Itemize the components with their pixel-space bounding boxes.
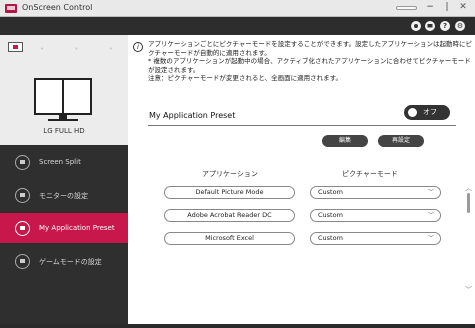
picture-mode-value: Custom [318, 211, 343, 219]
sidebar-item-app-preset[interactable]: My Application Preset [0, 213, 128, 243]
sidebar-item-game-mode[interactable]: ゲームモードの設定 [0, 246, 128, 276]
game-mode-icon [15, 254, 30, 269]
scrollbar-thumb[interactable] [467, 193, 470, 213]
title-bar: OnScreen Control − | ✕ [0, 0, 475, 17]
monitor-panel: • • • LG FULL HD [0, 35, 128, 145]
monitor-settings-icon [15, 188, 30, 203]
toggle-label: オフ [423, 108, 437, 116]
monitor-illustration [34, 78, 92, 115]
chevron-down-icon: ﹀ [427, 235, 434, 242]
sidebar-item-label: ゲームモードの設定 [39, 258, 102, 266]
screen-split-icon [15, 155, 30, 170]
reset-button[interactable]: 再設定 [378, 135, 424, 147]
monitor-thumbnail-icon[interactable] [8, 42, 23, 52]
app-preset-icon [15, 221, 30, 236]
app-name-field[interactable]: Microsoft Excel [164, 232, 295, 245]
settings-icon[interactable] [411, 21, 421, 31]
preset-title: My Application Preset [149, 111, 236, 120]
onscreen-control-logo-icon [5, 4, 17, 13]
picture-mode-select[interactable]: Custom ﹀ [310, 232, 441, 245]
column-header-picture-mode: ピクチャーモード [342, 170, 398, 178]
minimize-button[interactable]: − [421, 0, 439, 16]
display-icon[interactable] [425, 21, 435, 31]
sidebar-item-screen-split[interactable]: Screen Split [0, 147, 128, 177]
sidebar-item-label: モニターの設定 [39, 192, 88, 200]
monitor-page-dots: • • • [40, 45, 127, 53]
sidebar-item-monitor-settings[interactable]: モニターの設定 [0, 180, 128, 210]
info-icon: i [133, 42, 143, 52]
chevron-down-icon: ﹀ [427, 189, 434, 196]
sidebar-item-label: My Application Preset [39, 224, 115, 232]
app-name-field[interactable]: Default Picture Mode [164, 186, 295, 199]
main-content: i アプリケーションごとにピクチャーモードを設定することができます。設定したアプ… [128, 35, 475, 324]
column-header-application: アプリケーション [202, 170, 258, 178]
picture-mode-select[interactable]: Custom ﹀ [310, 186, 441, 199]
maximize-button[interactable]: | [442, 0, 452, 16]
preset-toggle[interactable]: オフ [404, 105, 450, 120]
close-button[interactable]: ✕ [455, 0, 471, 16]
app-name-field[interactable]: Adobe Acrobat Reader DC [164, 209, 295, 222]
gear-icon[interactable]: ⚙ [455, 21, 465, 31]
info-text: アプリケーションごとにピクチャーモードを設定することができます。設定したアプリケ… [148, 40, 473, 83]
monitor-indicator-icon [396, 6, 417, 10]
scroll-down-icon[interactable]: ﹀ [465, 285, 472, 295]
sidebar-item-label: Screen Split [39, 158, 81, 166]
window-title: OnScreen Control [22, 3, 93, 12]
app-window: OnScreen Control − | ✕ ? ⚙ • • • LG FULL… [0, 0, 475, 328]
help-icon[interactable]: ? [440, 21, 450, 31]
picture-mode-select[interactable]: Custom ﹀ [310, 209, 441, 222]
picture-mode-value: Custom [318, 234, 343, 242]
scroll-up-icon[interactable]: ︿ [465, 183, 472, 193]
sidebar: • • • LG FULL HD Screen Split モニターの設定 My… [0, 35, 128, 324]
edit-button[interactable]: 編集 [322, 135, 368, 147]
toggle-knob [408, 108, 417, 117]
bottom-bar [0, 324, 475, 328]
monitor-base [48, 119, 78, 121]
chevron-down-icon: ﹀ [427, 212, 434, 219]
divider [148, 125, 456, 126]
top-toolbar: ? ⚙ [0, 17, 475, 35]
picture-mode-value: Custom [318, 188, 343, 196]
monitor-name: LG FULL HD [43, 127, 85, 135]
